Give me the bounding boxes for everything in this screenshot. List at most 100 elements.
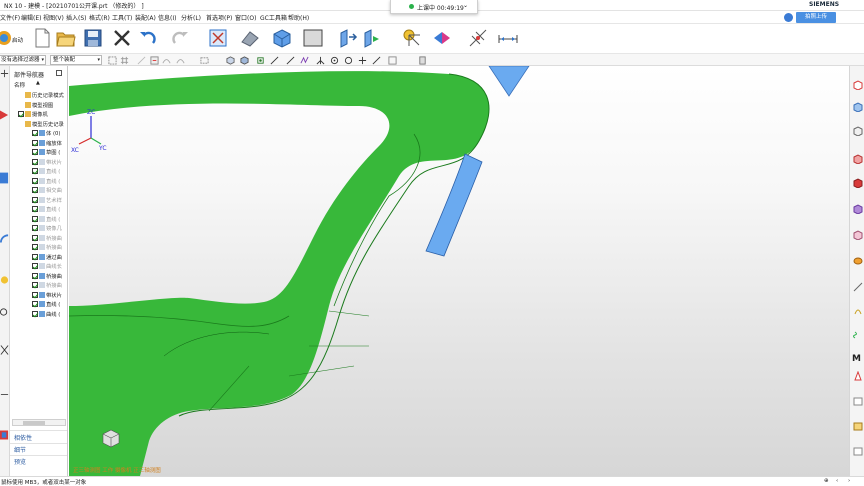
tree-item[interactable]: 直线 ( — [10, 167, 67, 177]
measure-distance-icon[interactable] — [498, 28, 518, 48]
hd3d-tools-icon[interactable] — [0, 344, 9, 356]
draft-icon[interactable] — [853, 371, 863, 381]
layer-visible-icon[interactable] — [362, 28, 382, 48]
tree-item-checkbox[interactable] — [32, 263, 38, 269]
menu-tools[interactable]: 工具(T) — [112, 13, 132, 22]
navigator-scrollbar[interactable] — [12, 419, 66, 426]
type-filter-dropdown[interactable]: 没有选择过滤器 ▾ — [0, 55, 46, 65]
assembly-navigator-icon[interactable] — [0, 109, 9, 121]
tree-item-checkbox[interactable] — [32, 158, 38, 165]
menu-insert[interactable]: 插入(S) — [66, 13, 87, 22]
snap-bounded-icon[interactable] — [418, 56, 427, 65]
menu-help[interactable]: 帮助(H) — [288, 13, 309, 22]
snap-on-curve-icon[interactable] — [372, 56, 381, 65]
menu-info[interactable]: 信息(I) — [158, 13, 176, 22]
feature-select-icon[interactable] — [137, 56, 146, 65]
tree-item-checkbox[interactable] — [32, 168, 38, 174]
navigator-column-header[interactable]: 名称 ▲ — [10, 80, 67, 89]
face-select-icon[interactable] — [150, 56, 159, 65]
menu-view[interactable]: 视图(V) — [43, 13, 64, 22]
open-folder-icon[interactable] — [56, 28, 76, 48]
red-cube-icon[interactable] — [853, 178, 863, 188]
trim-body-icon[interactable] — [853, 446, 863, 456]
graphics-window[interactable]: ZC XC YC 正三轴测图 工作 摄像机 正三轴测图 — [69, 66, 849, 480]
tree-item[interactable]: 相交曲 — [10, 186, 67, 196]
pink-block-icon[interactable] — [853, 230, 863, 240]
undo-icon[interactable] — [138, 28, 158, 48]
chevron-down-icon[interactable]: ⌄ — [463, 2, 468, 9]
spring-icon[interactable] — [853, 330, 863, 340]
tree-item-checkbox[interactable] — [32, 244, 38, 250]
view-orient-icon[interactable] — [338, 28, 358, 48]
tree-item[interactable]: 桥接曲 — [10, 234, 67, 244]
recording-indicator[interactable]: 上课中 00:49:19 ⌄ — [390, 0, 478, 14]
tree-item[interactable]: 通过曲 — [10, 253, 67, 263]
tree-item-checkbox[interactable] — [32, 272, 38, 279]
tree-item-checkbox[interactable] — [32, 139, 38, 146]
reuse-library-icon[interactable] — [0, 306, 9, 318]
dimension-icon[interactable] — [468, 28, 488, 48]
blend-icon[interactable] — [853, 306, 863, 316]
snap-point-icon[interactable] — [432, 28, 452, 48]
save-icon[interactable] — [83, 28, 103, 48]
constraint-navigator-icon[interactable] — [0, 172, 9, 184]
tree-item-checkbox[interactable] — [32, 310, 38, 317]
component-icon[interactable] — [226, 56, 235, 65]
block-icon[interactable] — [853, 102, 863, 112]
sort-up-icon[interactable]: ▲ — [36, 80, 40, 86]
tree-item[interactable]: 桥接曲 — [10, 281, 67, 291]
open-box-icon[interactable] — [853, 80, 863, 90]
snap-control-icon[interactable] — [300, 56, 309, 65]
snap-midpoint-icon[interactable] — [270, 56, 279, 65]
tree-item[interactable]: 模型历史记录 — [10, 120, 67, 130]
tree-item[interactable]: 桥接曲 — [10, 272, 67, 282]
history-palette-icon[interactable] — [0, 274, 9, 286]
chain-select-icon[interactable] — [176, 56, 185, 65]
thicken-icon[interactable] — [853, 126, 863, 136]
snap-endpoint-icon[interactable] — [256, 56, 265, 65]
blue-surface-patch[interactable] — [425, 153, 483, 257]
tree-item[interactable]: 直线 ( — [10, 205, 67, 215]
section-dependencies[interactable]: 相依性 — [14, 433, 32, 442]
tree-item[interactable]: 体 (0) — [10, 129, 67, 139]
tree-item[interactable]: 直线 ( — [10, 300, 67, 310]
start-label[interactable]: 启动 — [12, 36, 23, 44]
tree-item[interactable]: 带状片 — [10, 158, 67, 168]
offset-face-icon[interactable] — [853, 421, 863, 431]
tree-item[interactable]: 直线 ( — [10, 215, 67, 225]
snap-on-face-icon[interactable] — [388, 56, 397, 65]
shell-icon[interactable] — [853, 396, 863, 406]
redo-icon[interactable] — [170, 28, 190, 48]
fit-view-icon[interactable] — [208, 28, 228, 48]
tree-item-checkbox[interactable] — [18, 121, 24, 127]
menu-edit[interactable]: 编辑(E) — [21, 13, 41, 22]
tree-item[interactable]: 艺术样 — [10, 196, 67, 206]
tree-item[interactable]: 模型视图 — [10, 101, 67, 111]
new-file-icon[interactable] — [32, 28, 52, 48]
green-model-body[interactable] — [69, 71, 489, 480]
tree-item-checkbox[interactable] — [32, 301, 38, 307]
snap-existing-point-icon[interactable] — [358, 56, 367, 65]
process-studio-icon[interactable] — [0, 390, 9, 399]
snap-arc-center-icon[interactable] — [330, 56, 339, 65]
tree-item-checkbox[interactable] — [18, 102, 24, 108]
scroll-thumb[interactable] — [23, 421, 45, 425]
tree-item-checkbox[interactable] — [32, 215, 38, 222]
part-navigator-icon[interactable] — [0, 69, 9, 78]
photo-upload[interactable]: 拍照上传 — [780, 12, 840, 24]
background-color-icon[interactable] — [303, 28, 323, 48]
sweep-icon[interactable] — [853, 282, 863, 292]
purple-solid-icon[interactable] — [853, 204, 863, 214]
menu-file[interactable]: 文件(F) — [0, 13, 20, 22]
close-icon[interactable] — [112, 28, 132, 48]
snap-intersection-icon[interactable] — [316, 56, 325, 65]
tree-item[interactable]: 草图 ( — [10, 148, 67, 158]
tree-item-checkbox[interactable] — [32, 206, 38, 212]
body-select-icon[interactable] — [240, 56, 249, 65]
menu-assembly[interactable]: 装配(A) — [135, 13, 156, 22]
tree-item-checkbox[interactable] — [32, 225, 38, 231]
snap-quadrant-icon[interactable] — [344, 56, 353, 65]
tree-item[interactable]: 历史记录模式 — [10, 91, 67, 101]
maximize-icon[interactable] — [56, 70, 62, 76]
tree-item-checkbox[interactable] — [32, 282, 38, 288]
